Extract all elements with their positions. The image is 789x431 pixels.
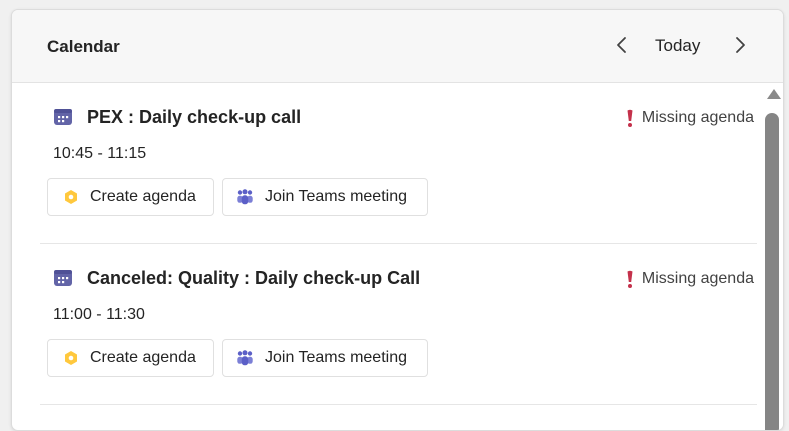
missing-agenda-warning: Missing agenda [626, 269, 754, 289]
agenda-icon [65, 190, 77, 204]
warning-label: Missing agenda [641, 109, 754, 126]
chevron-left-icon [617, 37, 626, 53]
calendar-event-icon [54, 109, 72, 125]
calendar-header: Calendar Today [12, 10, 783, 83]
agenda-icon [65, 351, 77, 365]
exclamation-icon [627, 270, 633, 288]
join-teams-label: Join Teams meeting [265, 349, 407, 366]
missing-agenda-warning: Missing agenda [626, 108, 754, 128]
teams-icon [237, 350, 253, 366]
vertical-scrollbar[interactable] [763, 83, 783, 430]
today-button[interactable]: Today [655, 36, 700, 56]
create-agenda-button[interactable]: Create agenda [47, 178, 214, 216]
exclamation-icon [627, 109, 633, 127]
calendar-title: Calendar [47, 37, 120, 56]
join-teams-label: Join Teams meeting [265, 188, 407, 205]
event-title[interactable]: Canceled: Quality : Daily check-up Call [87, 268, 420, 289]
scroll-up-arrow-icon[interactable] [767, 89, 781, 99]
event-time: 11:00 - 11:30 [53, 306, 145, 323]
create-agenda-button[interactable]: Create agenda [47, 339, 214, 377]
event-title[interactable]: PEX : Daily check-up call [87, 107, 301, 128]
join-teams-meeting-button[interactable]: Join Teams meeting [222, 178, 428, 216]
warning-label: Missing agenda [641, 270, 754, 287]
event-item: PEX : Daily check-up call Missing agenda… [40, 83, 757, 244]
join-teams-meeting-button[interactable]: Join Teams meeting [222, 339, 428, 377]
scrollbar-thumb[interactable] [765, 113, 779, 430]
event-time: 10:45 - 11:15 [53, 145, 147, 162]
event-item: Canceled: Quality : Daily check-up Call … [40, 244, 757, 405]
event-list: PEX : Daily check-up call Missing agenda… [12, 83, 763, 430]
calendar-event-icon [54, 270, 72, 286]
calendar-card: Calendar Today PEX : Daily check-up call… [11, 9, 784, 431]
create-agenda-label: Create agenda [90, 349, 196, 366]
previous-day-button[interactable] [611, 34, 633, 56]
chevron-right-icon [736, 37, 745, 53]
teams-icon [237, 189, 253, 205]
create-agenda-label: Create agenda [90, 188, 196, 205]
next-day-button[interactable] [729, 34, 751, 56]
